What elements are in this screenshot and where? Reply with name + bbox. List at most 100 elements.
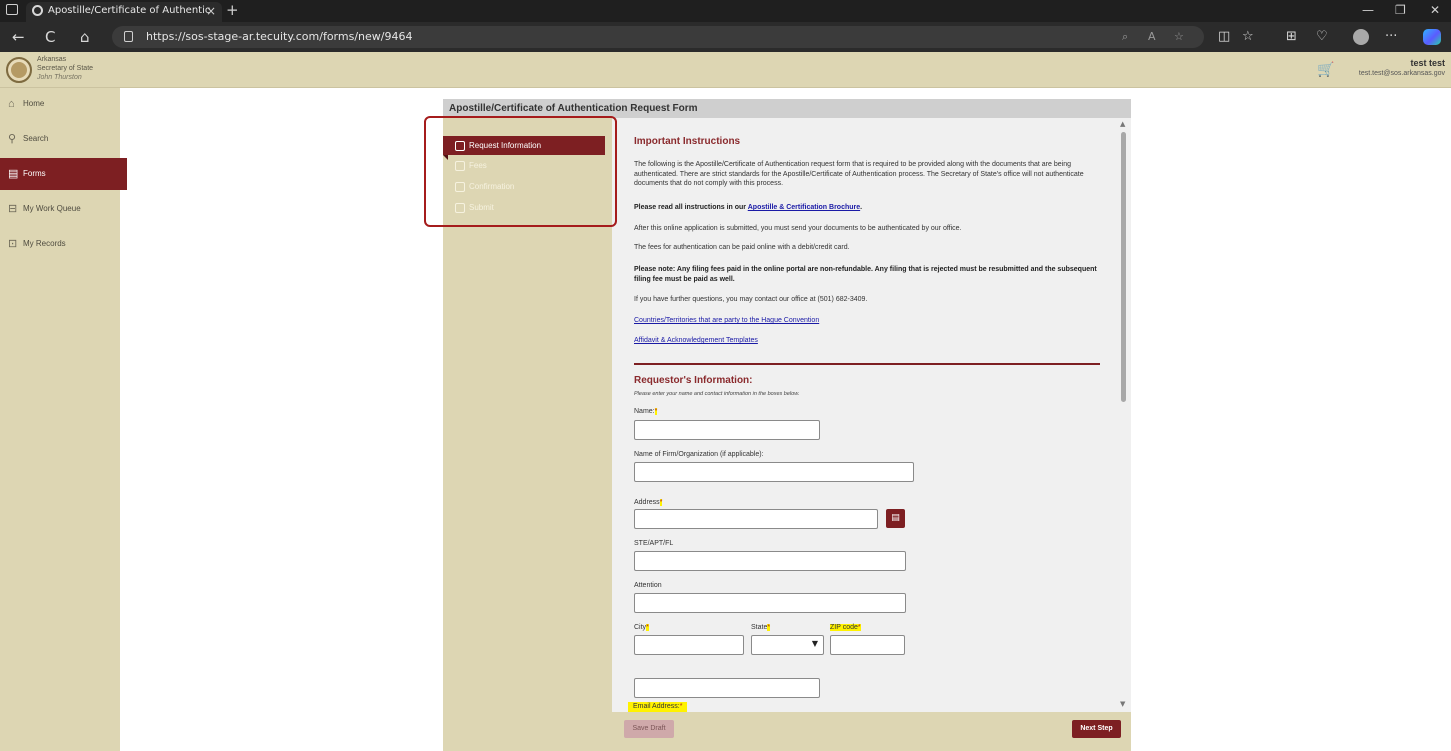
step-label: Request Information <box>469 141 542 150</box>
firm-label: Name of Firm/Organization (if applicable… <box>634 451 764 458</box>
address-bar[interactable]: https://sos-stage-ar.tecuity.com/forms/n… <box>112 26 1204 48</box>
profile-avatar[interactable] <box>1353 29 1369 45</box>
form-footer: Save Draft Next Step <box>612 712 1131 751</box>
step-label: Confirmation <box>469 182 515 191</box>
browser-tab[interactable]: Apostille/Certificate of Authentic × <box>26 2 222 22</box>
city-input[interactable] <box>634 635 744 655</box>
read-aloud-icon[interactable]: A <box>1148 26 1156 48</box>
chevron-down-icon: ▼ <box>811 639 818 648</box>
scroll-thumb[interactable] <box>1121 132 1126 402</box>
step-label: Submit <box>469 203 494 212</box>
form-title: Apostille/Certificate of Authentication … <box>443 99 1131 118</box>
sidebar-item-records[interactable]: ⊡ My Records <box>0 228 120 260</box>
ste-label: STE/APT/FL <box>634 540 674 547</box>
minimize-icon[interactable]: — <box>1362 0 1374 20</box>
next-step-button[interactable]: Next Step <box>1072 720 1121 738</box>
brochure-suffix: . <box>860 204 863 211</box>
name-input[interactable] <box>634 420 820 440</box>
sidebar-item-label: My Records <box>23 239 66 248</box>
user-email: test.test@sos.arkansas.gov <box>1358 70 1445 77</box>
zip-label-text: ZIP code <box>830 624 858 631</box>
step-request-information[interactable]: Request Information <box>443 136 605 160</box>
address-lookup-icon[interactable]: ▤ <box>886 509 905 528</box>
email-label: Email Address:* <box>628 702 688 712</box>
tab-close-icon[interactable]: × <box>206 2 216 20</box>
requestor-hint: Please enter your name and contact infor… <box>634 391 800 397</box>
save-draft-button[interactable]: Save Draft <box>624 720 674 738</box>
new-tab-icon[interactable]: + <box>226 0 239 20</box>
copilot-icon[interactable] <box>1423 29 1441 45</box>
step-label: Fees <box>469 161 487 170</box>
back-icon[interactable]: ← <box>12 27 25 47</box>
sidebar-item-work-queue[interactable]: ⊟ My Work Queue <box>0 193 120 225</box>
brand-line-office: Secretary of State <box>37 65 94 72</box>
forms-icon: ▤ <box>8 168 19 180</box>
collections-icon[interactable]: ⊞ <box>1286 27 1297 47</box>
more-icon[interactable]: ··· <box>1385 27 1397 47</box>
split-screen-icon[interactable]: ◫ <box>1218 27 1230 47</box>
url-text[interactable]: https://sos-stage-ar.tecuity.com/forms/n… <box>146 26 412 48</box>
browser-toolbar: ← C ⌂ https://sos-stage-ar.tecuity.com/f… <box>0 22 1451 52</box>
address-label-text: Address <box>634 499 660 506</box>
required-mark: * <box>679 703 683 710</box>
name-label: Name:* <box>634 407 658 417</box>
brochure-link[interactable]: Apostille & Certification Brochure <box>748 204 860 211</box>
user-name: test test <box>1410 58 1445 68</box>
user-menu[interactable]: test test test.test@sos.arkansas.gov <box>1359 58 1445 79</box>
favorites-icon[interactable]: ☆ <box>1242 27 1254 47</box>
zip-input[interactable] <box>830 635 905 655</box>
maximize-icon[interactable]: ❐ <box>1395 0 1406 20</box>
sidebar-item-label: Forms <box>23 169 46 178</box>
app-header: Arkansas Secretary of State John Thursto… <box>0 52 1451 88</box>
form-card: Apostille/Certificate of Authentication … <box>443 99 1131 751</box>
firm-input[interactable] <box>634 462 914 482</box>
required-mark: * <box>767 624 771 631</box>
address-input[interactable] <box>634 509 878 529</box>
sidebar-item-label: Search <box>23 134 49 143</box>
step-fees[interactable]: Fees <box>443 156 605 175</box>
attention-input[interactable] <box>634 593 906 613</box>
lock-icon <box>124 31 133 42</box>
required-mark: * <box>659 499 663 506</box>
instructions-send-documents: After this online application is submitt… <box>634 225 962 232</box>
home-icon[interactable]: ⌂ <box>80 27 90 47</box>
scroll-up-icon[interactable]: ▲ <box>1120 120 1125 128</box>
state-select[interactable]: ▼ <box>751 635 824 655</box>
address-label: Address* <box>634 498 663 508</box>
form-content[interactable]: Important Instructions The following is … <box>612 118 1131 712</box>
city-label: City* <box>634 623 649 633</box>
email-input[interactable] <box>634 678 820 698</box>
extensions-icon[interactable]: ♡ <box>1316 27 1328 47</box>
window-close-icon[interactable]: ✕ <box>1430 0 1440 20</box>
step-confirmation[interactable]: Confirmation <box>443 177 605 196</box>
sidebar-toggle-icon[interactable] <box>6 4 18 15</box>
step-checkbox <box>455 182 465 192</box>
hague-convention-link[interactable]: Countries/Territories that are party to … <box>634 316 1104 326</box>
sidebar-item-search[interactable]: ⚲ Search <box>0 123 120 155</box>
step-checkbox <box>455 161 465 171</box>
state-seal-logo[interactable] <box>6 57 32 83</box>
search-icon: ⚲ <box>8 133 17 145</box>
instructions-heading: Important Instructions <box>634 136 741 147</box>
cart-icon[interactable]: 🛒 <box>1317 62 1334 78</box>
state-label-text: State <box>751 624 768 631</box>
scroll-down-icon[interactable]: ▼ <box>1120 700 1125 708</box>
ste-input[interactable] <box>634 551 906 571</box>
name-label-text: Name: <box>634 408 655 415</box>
step-submit[interactable]: Submit <box>443 198 605 217</box>
brand-text: Arkansas Secretary of State John Thursto… <box>37 55 93 82</box>
work-queue-icon: ⊟ <box>8 203 18 215</box>
browser-tab-strip: Apostille/Certificate of Authentic × + —… <box>0 0 1451 22</box>
form-scrollbar[interactable]: ▲ ▼ <box>1117 118 1131 712</box>
required-mark: * <box>857 624 861 631</box>
affidavit-templates-link[interactable]: Affidavit & Acknowledgement Templates <box>634 336 1104 346</box>
refresh-icon[interactable]: C <box>45 27 55 47</box>
sidebar-item-home[interactable]: ⌂ Home <box>0 88 120 120</box>
sidebar-item-forms[interactable]: ▤ Forms <box>0 158 127 190</box>
tab-favicon-icon <box>32 5 43 16</box>
records-icon: ⊡ <box>8 238 18 250</box>
instructions-brochure-line: Please read all instructions in our Apos… <box>634 203 1104 213</box>
favorite-star-icon[interactable]: ☆ <box>1174 26 1184 48</box>
state-label: State* <box>751 623 771 633</box>
zoom-icon[interactable]: ⌕ <box>1122 26 1128 48</box>
